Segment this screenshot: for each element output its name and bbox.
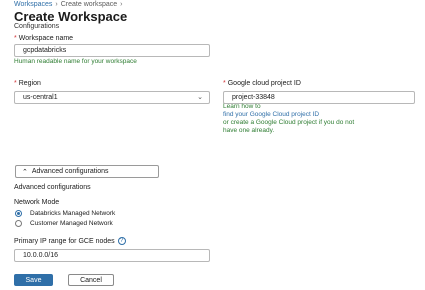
ip-range-label-text: Primary IP range for GCE nodes [14,237,115,245]
breadcrumb-current: Create workspace [60,1,118,8]
radio-button-checked[interactable] [15,210,22,217]
create-project-line-1: or create a Google Cloud project if you … [223,119,355,126]
radio-label: Databricks Managed Network [30,210,116,217]
cancel-button[interactable]: Cancel [68,274,114,286]
project-id-label: * Google cloud project ID [223,80,301,87]
save-button[interactable]: Save [14,274,53,286]
create-project-line-2: have one already. [223,127,275,134]
breadcrumb-workspaces-link[interactable]: Workspaces [14,1,52,8]
radio-databricks-managed[interactable]: Databricks Managed Network [15,210,115,217]
network-mode-label: Network Mode [14,199,60,206]
help-icon[interactable]: ? [117,237,126,245]
advanced-configurations-toggle-label: Advanced configurations [31,168,109,175]
region-select-value: us-central1 [23,94,58,101]
find-project-id-link[interactable]: find your Google Cloud project ID [223,111,354,119]
workspace-name-label-text: Workspace name [18,35,74,42]
advanced-configurations-toggle[interactable]: ⌃ Advanced configurations [15,165,159,178]
breadcrumb: Workspaces › Create workspace › [14,1,126,8]
radio-customer-managed[interactable]: Customer Managed Network [15,220,113,227]
workspace-name-input[interactable]: gcpdatabricks [14,44,210,57]
ip-range-input[interactable]: 10.0.0.0/16 [14,249,210,262]
learn-how-text: Learn how to [223,103,261,110]
page-title: Create Workspace [14,9,128,24]
breadcrumb-separator: › [55,1,58,8]
project-id-label-text: Google cloud project ID [227,80,301,87]
required-marker: * [14,35,17,42]
region-label-text: Region [18,80,41,87]
project-id-help: Learn how to find your Google Cloud proj… [223,103,354,135]
chevron-up-icon: ⌃ [22,168,28,176]
radio-label: Customer Managed Network [30,220,113,227]
workspace-name-label: * Workspace name [14,35,73,42]
page-subtitle: Configurations [14,23,60,30]
region-select[interactable]: us-central1 ⌄ [14,91,210,104]
ip-range-label: Primary IP range for GCE nodes? [14,237,126,245]
breadcrumb-separator: › [120,1,123,8]
radio-button[interactable] [15,220,22,227]
region-label: * Region [14,80,41,87]
advanced-section-title: Advanced configurations [14,184,91,191]
workspace-name-hint: Human readable name for your workspace [14,58,137,65]
chevron-down-icon: ⌄ [197,94,203,101]
required-marker: * [223,80,226,87]
required-marker: * [14,80,17,87]
